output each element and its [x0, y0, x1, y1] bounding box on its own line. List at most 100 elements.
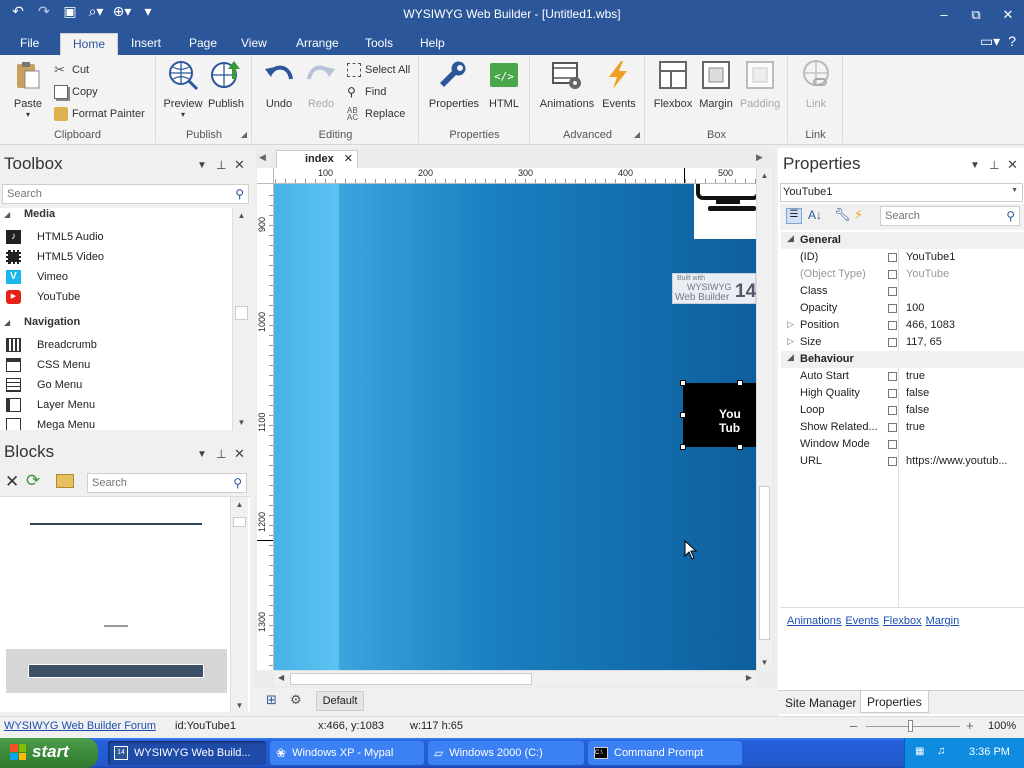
block-thumbnail-line[interactable] [30, 523, 202, 525]
zoom-in-button[interactable]: + [966, 718, 974, 733]
property-checkbox[interactable] [888, 321, 897, 330]
publish-launcher-icon[interactable]: ◢ [241, 130, 247, 139]
property-checkbox[interactable] [888, 440, 897, 449]
property-checkbox[interactable] [888, 372, 897, 381]
selection-handle[interactable] [680, 380, 686, 386]
margin-button[interactable]: Margin [696, 59, 736, 110]
format-painter-button[interactable]: Format Painter [54, 107, 145, 121]
selection-handle[interactable] [680, 412, 686, 418]
canvas-vertical-scrollbar[interactable]: ▲ ▼ [756, 168, 772, 670]
property-row[interactable]: ▷ Position 466, 1083 [781, 317, 1024, 334]
property-checkbox[interactable] [888, 457, 897, 466]
properties-search-icon[interactable]: ⚲ [1006, 209, 1015, 223]
property-row[interactable]: (Object Type) YouTube [781, 266, 1024, 283]
tab-scroll-right-icon[interactable]: ▶ [756, 152, 763, 163]
property-row[interactable]: URL https://www.youtub... [781, 453, 1024, 470]
zoom-slider-thumb[interactable] [908, 720, 913, 732]
layout-default-tab[interactable]: Default [316, 691, 364, 711]
tab-site-manager[interactable]: Site Manager [780, 693, 861, 713]
folder-icon[interactable] [56, 474, 74, 488]
property-value[interactable]: true [906, 370, 925, 382]
youtube-element[interactable]: You Tub [683, 383, 756, 447]
properties-wrench-icon[interactable]: 🔧︎ [834, 207, 851, 223]
property-checkbox[interactable] [888, 253, 897, 262]
find-button[interactable]: ⚲ Find [347, 85, 386, 99]
canvas-horizontal-scrollbar[interactable]: ◀ ▶ [274, 670, 756, 686]
tab-properties[interactable]: Properties [860, 691, 929, 713]
tab-scroll-left-icon[interactable]: ◀ [259, 152, 266, 163]
tab-insert[interactable]: Insert [121, 33, 171, 55]
blocks-scroll-thumb[interactable] [233, 517, 246, 527]
toolbox-scroll-thumb[interactable] [235, 306, 248, 320]
publish-button[interactable]: Publish [205, 59, 247, 110]
volume-icon[interactable]: ♫ [937, 745, 945, 757]
maximize-button[interactable]: ⧉ [960, 0, 992, 29]
canvas-scroll-left-icon[interactable]: ◀ [278, 673, 284, 682]
toolbox-item-mega-menu[interactable]: Mega Menu [6, 418, 95, 430]
property-row[interactable]: (ID) YouTube1 [781, 249, 1024, 266]
property-category[interactable]: ◢ Behaviour [781, 351, 1024, 368]
block-thumbnail-text[interactable] [104, 625, 128, 627]
property-value[interactable]: 466, 1083 [906, 319, 955, 331]
start-button[interactable]: start [0, 738, 98, 768]
advanced-launcher-icon[interactable]: ◢ [634, 130, 640, 139]
blocks-close-icon[interactable]: ✕ [234, 446, 245, 462]
task-windows-2000[interactable]: ▱ Windows 2000 (C:) [428, 741, 584, 765]
help-icon[interactable]: ? [1008, 33, 1016, 50]
property-row[interactable]: Class [781, 283, 1024, 300]
properties-pin-icon[interactable]: ⊥ [989, 158, 999, 172]
toolbox-search-input[interactable] [3, 185, 212, 203]
property-value[interactable]: false [906, 404, 929, 416]
property-value[interactable]: 117, 65 [906, 336, 942, 348]
tab-page[interactable]: Page [179, 33, 227, 55]
collapse-media-icon[interactable]: ◢ [4, 210, 10, 219]
toolbox-item-html5-video[interactable]: HTML5 Video [6, 250, 104, 264]
toolbox-close-icon[interactable]: ✕ [234, 157, 245, 173]
search-icon[interactable]: ⚲ [235, 187, 244, 201]
preview-button[interactable]: Preview ▾ [163, 59, 203, 119]
task-command-prompt[interactable]: C:\ Command Prompt [588, 741, 742, 765]
property-value[interactable]: https://www.youtub... [906, 455, 1008, 467]
zoom-slider[interactable] [866, 726, 960, 727]
blocks-menu-icon[interactable]: ▼ [197, 449, 207, 460]
canvas-scroll-down-icon[interactable]: ▼ [757, 658, 772, 667]
animations-button[interactable]: Animations [536, 59, 598, 110]
selection-handle[interactable] [737, 444, 743, 450]
close-button[interactable]: ✕ [992, 0, 1024, 29]
property-value[interactable]: 100 [906, 302, 924, 314]
toolbox-scrollbar[interactable]: ▲ ▼ [232, 208, 250, 430]
flexbox-button[interactable]: Flexbox [652, 59, 694, 110]
canvas-scroll-right-icon[interactable]: ▶ [746, 673, 752, 682]
refresh-icon[interactable]: ⟳ [26, 471, 40, 491]
toolbox-category-media[interactable]: Media [24, 208, 55, 220]
property-value[interactable]: YouTube [906, 268, 949, 280]
toolbox-menu-icon[interactable]: ▼ [197, 160, 207, 171]
layout-options-icon[interactable]: ▭▾ [980, 33, 1000, 50]
categorized-view-icon[interactable]: ☰ [786, 208, 802, 224]
blocks-scrollbar[interactable]: ▲ ▼ [230, 497, 248, 713]
blocks-search-icon[interactable]: ⚲ [233, 476, 242, 490]
document-tab-index[interactable]: index ✕ [276, 150, 358, 168]
toolbox-item-go-menu[interactable]: Go Menu [6, 378, 82, 392]
blocks-search[interactable]: ⚲ [87, 473, 247, 493]
properties-button[interactable]: Properties [426, 59, 482, 110]
properties-close-icon[interactable]: ✕ [1007, 157, 1018, 173]
tab-tools[interactable]: Tools [355, 33, 403, 55]
animations-link[interactable]: Animations [787, 615, 841, 627]
sort-alphabetical-icon[interactable]: A↓ [808, 208, 822, 222]
zoom-out-button[interactable]: – [850, 718, 857, 733]
page-settings-icon[interactable]: ⚙ [290, 692, 308, 708]
built-with-badge[interactable]: Built with WYSIWYG Web Builder 14 [672, 273, 756, 304]
property-checkbox[interactable] [888, 423, 897, 432]
tab-view[interactable]: View [231, 33, 277, 55]
toolbox-search[interactable]: ⚲ [2, 184, 249, 204]
property-checkbox[interactable] [888, 406, 897, 415]
scroll-down-icon[interactable]: ▼ [233, 418, 250, 427]
task-wysiwyg[interactable]: 14 WYSIWYG Web Build... [108, 741, 266, 765]
network-icon[interactable]: ▦ [915, 746, 924, 757]
property-row[interactable]: Opacity 100 [781, 300, 1024, 317]
property-row[interactable]: Auto Start true [781, 368, 1024, 385]
copy-button[interactable]: Copy [54, 85, 98, 99]
toolbox-item-breadcrumb[interactable]: Breadcrumb [6, 338, 97, 352]
forum-link[interactable]: WYSIWYG Web Builder Forum [4, 720, 156, 732]
